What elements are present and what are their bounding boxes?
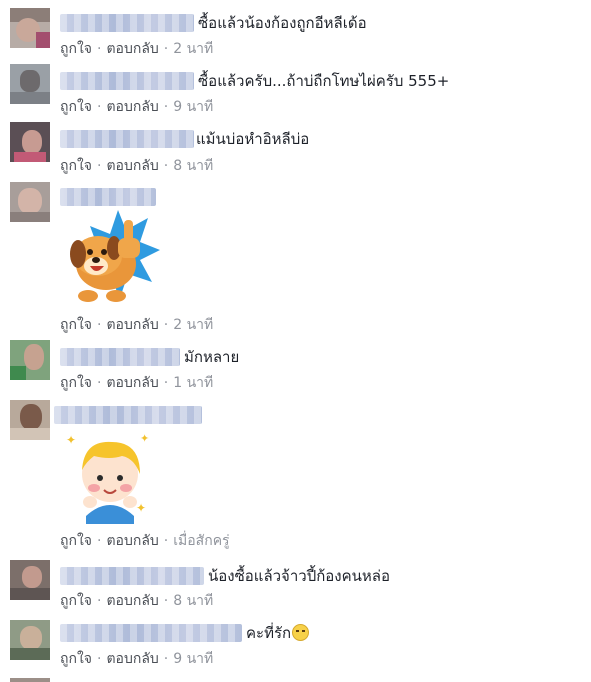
timestamp[interactable]: 1 นาที	[173, 375, 213, 391]
comment-text: ซื้อแล้วน้องก้องถูกอีหลีเด้อ	[198, 14, 367, 32]
timestamp[interactable]: 9 นาที	[173, 651, 213, 667]
timestamp[interactable]: เมื่อสักครู่	[173, 533, 229, 549]
like-link[interactable]: ถูกใจ	[60, 158, 92, 174]
separator: ·	[163, 99, 169, 115]
avatar[interactable]	[10, 340, 50, 380]
commenter-name[interactable]	[60, 567, 204, 585]
comment-text: ซื้อแล้วครับ...ถ้าบ่ถืกโทษไผ่ครับ 555+	[198, 72, 450, 90]
separator: ·	[97, 651, 102, 667]
avatar[interactable]	[10, 8, 50, 48]
separator: ·	[97, 533, 102, 549]
like-link[interactable]: ถูกใจ	[60, 533, 92, 549]
like-link[interactable]: ถูกใจ	[60, 41, 92, 57]
separator: ·	[97, 317, 102, 333]
separator: ·	[163, 375, 169, 391]
timestamp[interactable]: 2 นาที	[173, 41, 213, 57]
separator: ·	[163, 593, 169, 609]
separator: ·	[163, 651, 169, 667]
comment-actions: ถูกใจ · ตอบกลับ · 2 นาที	[60, 40, 213, 58]
like-link[interactable]: ถูกใจ	[60, 375, 92, 391]
separator: ·	[97, 41, 102, 57]
separator: ·	[163, 317, 169, 333]
timestamp[interactable]: 8 นาที	[173, 593, 213, 609]
like-link[interactable]: ถูกใจ	[60, 593, 92, 609]
svg-text:✦: ✦	[66, 433, 76, 447]
like-link[interactable]: ถูกใจ	[60, 99, 92, 115]
avatar[interactable]	[10, 560, 50, 600]
commenter-name[interactable]	[60, 14, 194, 32]
reply-link[interactable]: ตอบกลับ	[106, 593, 158, 609]
avatar[interactable]	[10, 182, 50, 222]
like-link[interactable]: ถูกใจ	[60, 317, 92, 333]
reply-link[interactable]: ตอบกลับ	[106, 99, 158, 115]
comment-actions: ถูกใจ · ตอบกลับ · 8 นาที	[60, 592, 213, 610]
commenter-name[interactable]	[60, 72, 194, 90]
timestamp[interactable]: 2 นาที	[173, 317, 213, 333]
avatar[interactable]	[10, 122, 50, 162]
avatar[interactable]	[10, 400, 50, 440]
comment-actions: ถูกใจ · ตอบกลับ · 2 นาที	[60, 316, 213, 334]
separator: ·	[97, 158, 102, 174]
commenter-name[interactable]	[54, 406, 202, 424]
reply-link[interactable]: ตอบกลับ	[106, 651, 158, 667]
separator: ·	[97, 99, 102, 115]
avatar[interactable]	[10, 678, 50, 682]
reply-link[interactable]: ตอบกลับ	[106, 533, 158, 549]
svg-text:✦: ✦	[140, 432, 149, 445]
comment-text: มักหลาย	[184, 348, 240, 366]
commenter-name[interactable]	[60, 130, 194, 148]
commenter-name[interactable]	[60, 348, 180, 366]
like-link[interactable]: ถูกใจ	[60, 651, 92, 667]
commenter-name[interactable]	[60, 624, 242, 642]
separator: ·	[97, 593, 102, 609]
dog-thumbs-up-sticker	[70, 210, 160, 302]
separator: ·	[97, 375, 102, 391]
reply-link[interactable]: ตอบกลับ	[106, 375, 158, 391]
reply-link[interactable]: ตอบกลับ	[106, 158, 158, 174]
boy-blushing-sticker: ✦ ✦ ✦	[66, 432, 149, 524]
commenter-name[interactable]	[60, 188, 156, 206]
timestamp[interactable]: 9 นาที	[173, 99, 213, 115]
reply-link[interactable]: ตอบกลับ	[106, 317, 158, 333]
comment-actions: ถูกใจ · ตอบกลับ · 9 นาที	[60, 650, 213, 668]
comment-text-content: คะที่รัก	[246, 624, 292, 642]
separator: ·	[163, 158, 169, 174]
comment-text: คะที่รัก	[246, 624, 310, 642]
comment-actions: ถูกใจ · ตอบกลับ · 8 นาที	[60, 157, 213, 175]
comment-text: น้องซื้อแล้วจ้าวปี้ก้องคนหล่อ	[208, 567, 391, 585]
svg-text:✦: ✦	[136, 501, 146, 515]
comment-actions: ถูกใจ · ตอบกลับ · 9 นาที	[60, 98, 213, 116]
comment-text: แม้นบ่อหำอิหลีบ่อ	[196, 130, 310, 148]
smiling-face-emoji	[292, 624, 310, 641]
reply-link[interactable]: ตอบกลับ	[106, 41, 158, 57]
comment-actions: ถูกใจ · ตอบกลับ · เมื่อสักครู่	[60, 532, 230, 550]
avatar[interactable]	[10, 64, 50, 104]
separator: ·	[163, 41, 169, 57]
timestamp[interactable]: 8 นาที	[173, 158, 213, 174]
avatar[interactable]	[10, 620, 50, 660]
comment-actions: ถูกใจ · ตอบกลับ · 1 นาที	[60, 374, 213, 392]
separator: ·	[163, 533, 169, 549]
